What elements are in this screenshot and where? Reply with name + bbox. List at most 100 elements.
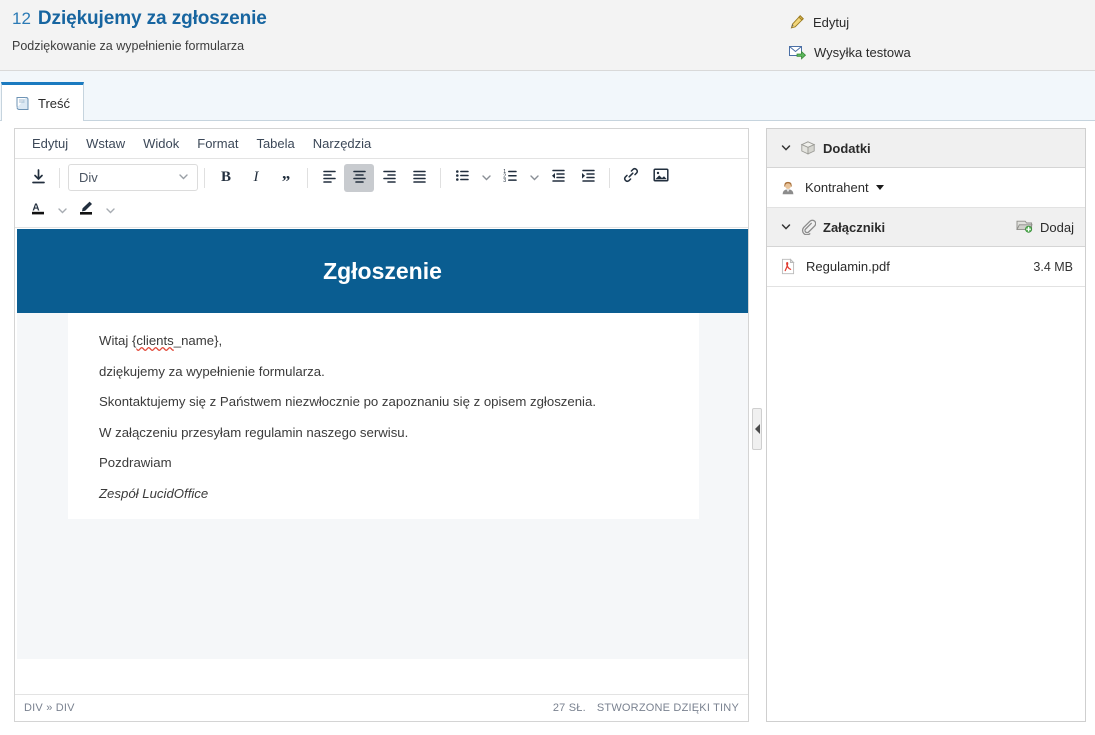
chevron-down-icon: [779, 142, 793, 154]
row-kontrahent: Kontrahent: [767, 168, 1085, 208]
bullet-list-options-caret[interactable]: [477, 164, 495, 192]
background-color-caret[interactable]: [101, 196, 119, 224]
user-icon: [779, 180, 797, 196]
align-right-button[interactable]: [374, 164, 404, 192]
paperclip-icon: [800, 219, 816, 235]
tab-tresc[interactable]: Treść: [1, 82, 84, 121]
save-button[interactable]: [23, 164, 53, 192]
page-subtitle: Podziękowanie za wypełnienie formularza: [12, 39, 245, 53]
add-attachment-label: Dodaj: [1040, 219, 1074, 235]
format-select[interactable]: Div: [68, 164, 198, 191]
indent-button[interactable]: [573, 164, 603, 192]
outdent-icon: [550, 167, 567, 189]
align-center-button[interactable]: [344, 163, 374, 192]
header-actions: Edytuj Wysyłka testowa: [789, 9, 1029, 65]
bold-label: B: [220, 169, 231, 185]
tab-label: Treść: [38, 95, 71, 111]
outdent-button[interactable]: [543, 164, 573, 192]
edit-button[interactable]: Edytuj: [789, 9, 1029, 35]
align-right-icon: [381, 167, 398, 189]
italic-button[interactable]: I: [241, 164, 271, 192]
powered-by-label[interactable]: STWORZONE DZIĘKI TINY: [597, 702, 739, 714]
align-left-icon: [321, 167, 338, 189]
test-send-button[interactable]: Wysyłka testowa: [789, 39, 1029, 65]
email-banner: Zgłoszenie: [17, 229, 748, 313]
toolbar-row-1: Div B I ” 1 2 3: [15, 161, 748, 194]
document-icon: [14, 95, 31, 112]
blockquote-button[interactable]: ”: [271, 164, 301, 192]
menu-format[interactable]: Format: [188, 133, 247, 154]
format-select-value: Div: [79, 170, 98, 185]
background-color-button[interactable]: [71, 196, 101, 224]
element-path[interactable]: DIV » DIV: [24, 702, 553, 714]
add-attachment-button[interactable]: Dodaj: [1016, 218, 1074, 236]
email-paragraph-2: dziękujemy za wypełnienie formularza.: [99, 363, 325, 379]
chevron-down-icon: [779, 221, 793, 233]
image-icon: [652, 166, 670, 189]
attachment-name[interactable]: Regulamin.pdf: [806, 259, 890, 274]
italic-label: I: [253, 169, 259, 185]
menu-wstaw[interactable]: Wstaw: [77, 133, 134, 154]
toolbar-separator: [307, 167, 308, 188]
menu-tabela[interactable]: Tabela: [247, 133, 303, 154]
word-count: 27 SŁ.: [552, 702, 586, 714]
insert-link-button[interactable]: [616, 164, 646, 192]
section-header-dodatki[interactable]: Dodatki: [767, 129, 1085, 168]
email-canvas: Zgłoszenie Witaj {clients_name}, dziękuj…: [17, 229, 748, 659]
kontrahent-label[interactable]: Kontrahent: [805, 180, 869, 195]
tab-bar: Treść: [0, 71, 1095, 121]
svg-text:A: A: [32, 202, 39, 213]
bullet-list-button[interactable]: [447, 164, 477, 192]
align-justify-button[interactable]: [404, 164, 434, 192]
toolbar-separator: [440, 167, 441, 188]
rich-text-editor: Edytuj Wstaw Widok Format Tabela Narzędz…: [14, 128, 749, 722]
application-window: 12 Dziękujemy za zgłoszenie Podziękowani…: [0, 0, 1095, 735]
highlight-color-icon: [77, 199, 95, 222]
add-attachment-icon: [1016, 218, 1033, 236]
align-left-button[interactable]: [314, 164, 344, 192]
menu-narzedzia[interactable]: Narzędzia: [304, 133, 381, 154]
edit-button-label: Edytuj: [813, 14, 850, 30]
insert-image-button[interactable]: [646, 164, 676, 192]
side-panel: Dodatki Kontrahent Załączniki Dodaj Regu…: [766, 128, 1086, 722]
numbered-list-options-caret[interactable]: [525, 164, 543, 192]
box-icon: [800, 140, 816, 156]
section-title: Załączniki: [823, 219, 886, 235]
toolbar-separator: [59, 167, 60, 188]
section-header-zalaczniki[interactable]: Załączniki Dodaj: [767, 208, 1085, 247]
indent-icon: [580, 167, 597, 189]
email-paragraph-1: Witaj {clients_name},: [99, 333, 671, 350]
chevron-down-icon: [177, 170, 190, 186]
text-color-caret[interactable]: [53, 196, 71, 224]
test-send-button-label: Wysyłka testowa: [814, 44, 911, 60]
email-paragraph-3: Skontaktujemy się z Państwem niezwłoczni…: [99, 394, 596, 409]
section-title: Dodatki: [823, 140, 871, 156]
page-header: 12 Dziękujemy za zgłoszenie Podziękowani…: [0, 0, 1095, 71]
text-color-icon: A: [29, 199, 47, 222]
text-color-button[interactable]: A: [23, 196, 53, 224]
bold-button[interactable]: B: [211, 164, 241, 192]
email-paragraph-5: Pozdrawiam: [99, 455, 172, 470]
pdf-icon: [779, 258, 797, 275]
panel-collapse-handle[interactable]: [752, 408, 762, 450]
attachment-row: Regulamin.pdf 3.4 MB: [767, 247, 1085, 287]
menu-widok[interactable]: Widok: [134, 133, 188, 154]
email-body[interactable]: Witaj {clients_name}, dziękujemy za wype…: [68, 313, 699, 519]
record-number: 12: [12, 9, 31, 28]
email-signature: Zespół LucidOffice: [99, 485, 209, 501]
toolbar-row-2: A: [15, 194, 748, 226]
dropdown-caret-icon[interactable]: [875, 185, 884, 190]
align-center-icon: [351, 167, 368, 189]
menu-edytuj[interactable]: Edytuj: [23, 133, 77, 154]
numbered-list-icon: 1 2 3: [502, 167, 519, 189]
page-title: Dziękujemy za zgłoszenie: [37, 8, 267, 29]
pencil-icon: [789, 14, 805, 30]
mail-send-icon: [789, 45, 807, 60]
align-justify-icon: [411, 167, 428, 189]
attachment-size: 3.4 MB: [1033, 259, 1073, 274]
editor-content-area[interactable]: Zgłoszenie Witaj {clients_name}, dziękuj…: [15, 228, 748, 694]
numbered-list-button[interactable]: 1 2 3: [495, 164, 525, 192]
main-area: Edytuj Wstaw Widok Format Tabela Narzędz…: [0, 121, 1095, 735]
editor-toolbar: Div B I ” 1 2 3 A: [15, 159, 748, 228]
link-icon: [622, 166, 640, 189]
